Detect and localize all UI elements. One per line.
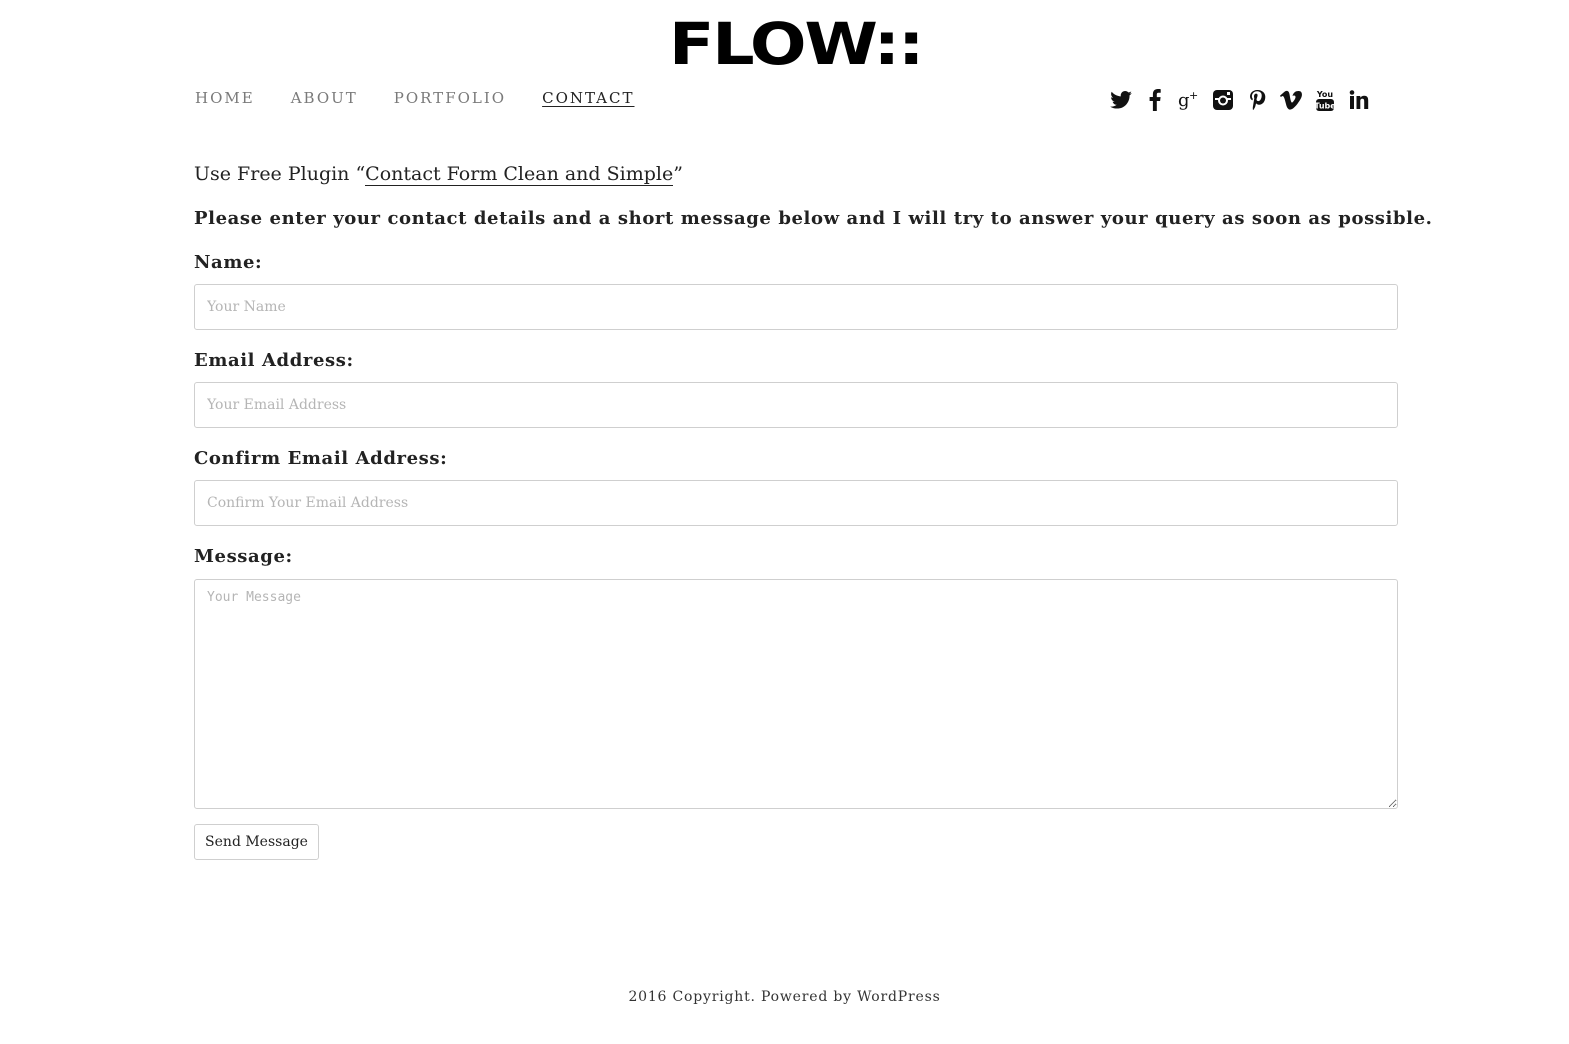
linkedin-icon[interactable] — [1342, 86, 1376, 114]
nav-item-portfolio[interactable]: PORTFOLIO — [394, 88, 506, 108]
google-plus-icon[interactable]: g + — [1172, 86, 1206, 114]
email-label: Email Address: — [194, 350, 354, 371]
vimeo-icon[interactable] — [1274, 86, 1308, 114]
intro-text: Use Free Plugin “Contact Form Clean and … — [194, 160, 683, 188]
youtube-icon[interactable]: You Tube — [1308, 86, 1342, 114]
send-message-button[interactable]: Send Message — [194, 824, 319, 860]
svg-text:+: + — [1189, 89, 1198, 102]
pinterest-icon[interactable] — [1240, 86, 1274, 114]
message-label: Message: — [194, 546, 293, 567]
email-input[interactable] — [194, 382, 1398, 428]
youtube-text-bottom: Tube — [1315, 102, 1335, 111]
instagram-icon[interactable] — [1206, 86, 1240, 114]
footer-text: 2016 Copyright. Powered by WordPress — [628, 989, 941, 1005]
nav-item-about[interactable]: ABOUT — [291, 88, 358, 108]
page: FLOW:: HOME ABOUT PORTFOLIO CONTACT g + — [0, 0, 1569, 1044]
social-links: g + You Tube — [1104, 86, 1376, 114]
nav-item-contact[interactable]: CONTACT — [542, 88, 634, 108]
form-instructions: Please enter your contact details and a … — [194, 208, 1433, 229]
intro-suffix: ” — [673, 163, 683, 185]
confirm-email-label: Confirm Email Address: — [194, 448, 448, 469]
plugin-link[interactable]: Contact Form Clean and Simple — [365, 163, 674, 186]
main-nav: HOME ABOUT PORTFOLIO CONTACT — [195, 88, 671, 108]
youtube-text-top: You — [1316, 90, 1334, 99]
name-label: Name: — [194, 252, 263, 273]
svg-text:g: g — [1178, 90, 1190, 111]
nav-item-home[interactable]: HOME — [195, 88, 255, 108]
message-textarea[interactable] — [194, 579, 1398, 809]
site-logo[interactable]: FLOW:: — [669, 14, 925, 74]
intro-prefix: Use Free Plugin “ — [194, 163, 366, 185]
name-input[interactable] — [194, 284, 1398, 330]
twitter-icon[interactable] — [1104, 86, 1138, 114]
facebook-icon[interactable] — [1138, 86, 1172, 114]
confirm-email-input[interactable] — [194, 480, 1398, 526]
